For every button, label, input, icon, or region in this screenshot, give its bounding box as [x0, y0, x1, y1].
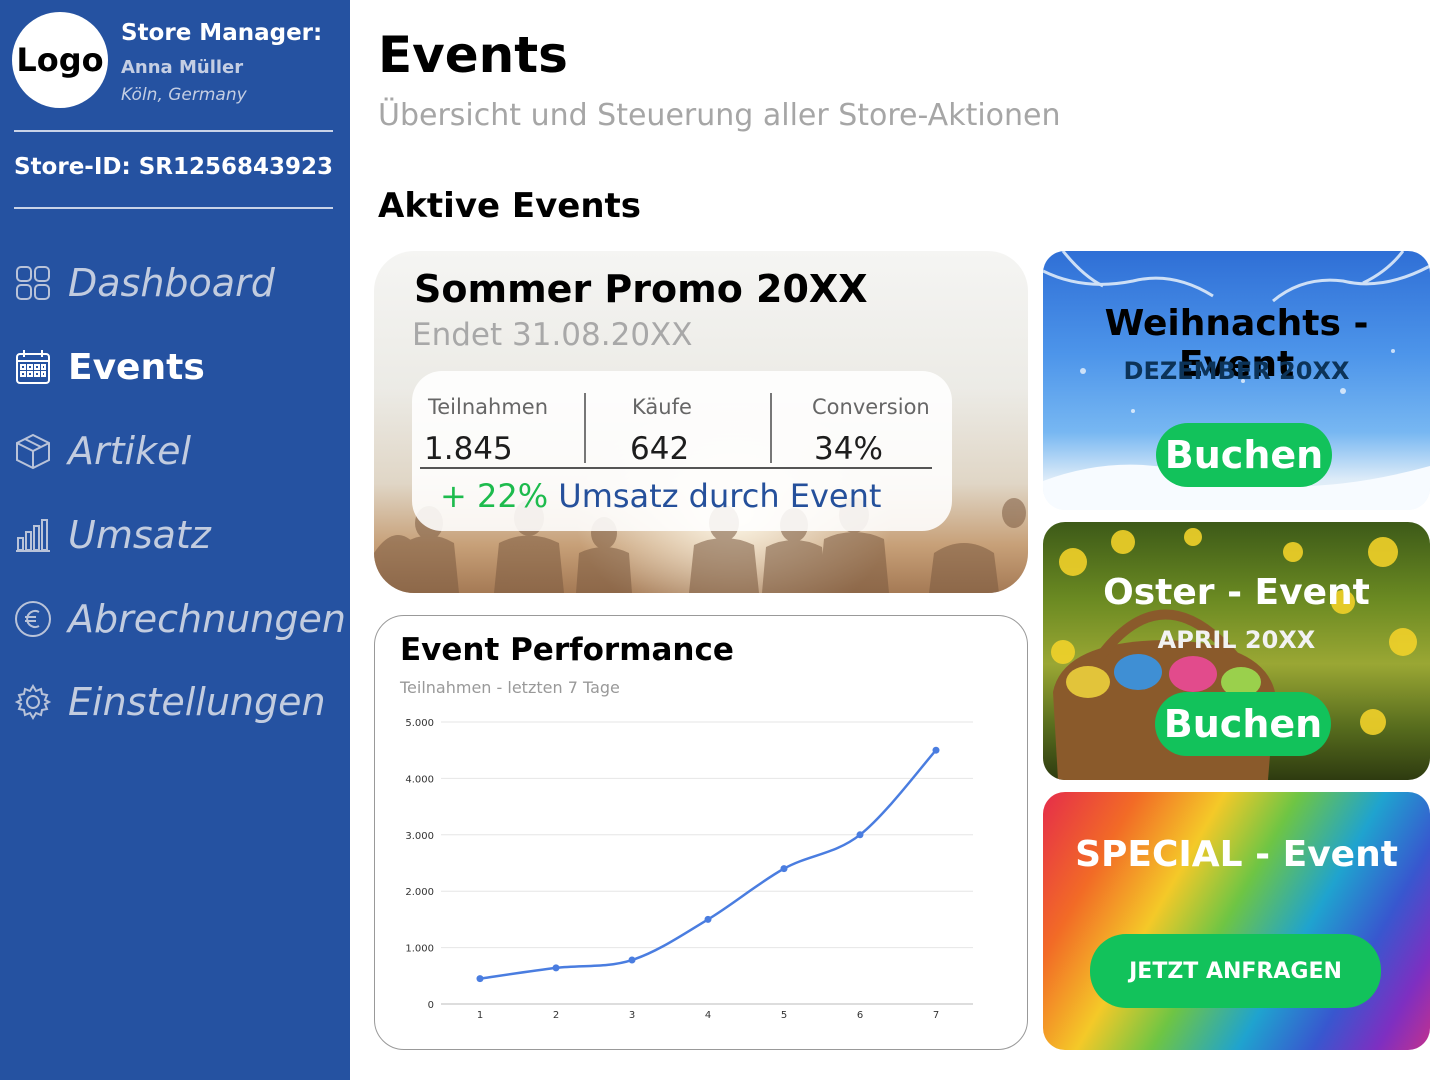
- divider: [14, 130, 333, 132]
- data-point: [780, 865, 788, 873]
- stat-underline: [420, 467, 932, 469]
- x-tick-label: 1: [477, 1010, 483, 1021]
- stat-divider: [584, 393, 586, 463]
- box-icon: [14, 432, 52, 470]
- summer-promo-end-date: Endet 31.08.20XX: [412, 317, 693, 353]
- data-point: [552, 964, 560, 972]
- section-title: Aktive Events: [378, 186, 642, 226]
- manager-name: Anna Müller: [121, 57, 244, 78]
- x-tick-label: 5: [781, 1010, 787, 1021]
- bar-chart-icon: [14, 516, 52, 554]
- gear-icon: [14, 683, 52, 721]
- event-tile-weihnachten[interactable]: Weihnachts - Event DEZEMBER 20XX Buchen: [1043, 251, 1430, 510]
- store-id: Store-ID: SR1256843923: [14, 154, 334, 180]
- y-tick-label: 1.000: [405, 944, 434, 955]
- sidebar-item-label: Dashboard: [68, 261, 275, 305]
- page-title: Events: [378, 26, 568, 84]
- data-point: [932, 746, 940, 754]
- sidebar-item-label: Events: [68, 346, 205, 388]
- stat-label-teilnahmen: Teilnahmen: [428, 395, 549, 419]
- x-tick-label: 3: [629, 1010, 635, 1021]
- event-date: DEZEMBER 20XX: [1123, 357, 1350, 385]
- y-tick-label: 4.000: [405, 774, 434, 785]
- event-title: SPECIAL - Event: [1075, 834, 1398, 875]
- performance-chart-card: Event Performance Teilnahmen - letzten 7…: [374, 615, 1028, 1050]
- sidebar-item-events[interactable]: Events: [14, 342, 205, 392]
- manager-location: Köln, Germany: [121, 85, 247, 105]
- sidebar-item-dashboard[interactable]: Dashboard: [14, 258, 275, 308]
- y-tick-label: 3.000: [405, 831, 434, 842]
- x-tick-label: 7: [933, 1010, 939, 1021]
- event-title: Oster - Event: [1103, 572, 1370, 613]
- line-chart: 0 1.000 2.000 3.000 4.000 5.000 1 2 3 4 5 6 7: [405, 718, 973, 1021]
- sidebar-item-einstellungen[interactable]: Einstellungen: [14, 677, 326, 727]
- stats-panel: Teilnahmen 1.845 Käufe 642 Conversion 34…: [412, 371, 952, 531]
- stat-value-teilnahmen: 1.845: [424, 431, 513, 467]
- book-button[interactable]: Buchen: [1155, 692, 1331, 756]
- manager-title: Store Manager:: [121, 20, 323, 46]
- sidebar-item-label: Artikel: [68, 429, 192, 473]
- data-point: [628, 956, 636, 964]
- stat-label-kaeufe: Käufe: [632, 395, 692, 419]
- calendar-icon: [14, 348, 52, 386]
- page-subtitle: Übersicht und Steuerung aller Store-Akti…: [378, 98, 1061, 133]
- summer-promo-title: Sommer Promo 20XX: [414, 267, 868, 311]
- book-button[interactable]: Buchen: [1156, 423, 1332, 487]
- sidebar-item-abrechnungen[interactable]: Abrechnungen: [14, 594, 346, 644]
- x-tick-label: 6: [857, 1010, 863, 1021]
- stat-value-conversion: 34%: [814, 431, 883, 467]
- x-tick-label: 2: [553, 1010, 559, 1021]
- logo: Logo: [12, 12, 108, 108]
- divider: [14, 207, 333, 209]
- uplift-percent: + 22%: [440, 477, 549, 515]
- event-date: APRIL 20XX: [1157, 626, 1316, 654]
- x-tick-label: 4: [705, 1010, 711, 1021]
- data-point: [856, 831, 864, 839]
- sidebar-item-label: Einstellungen: [68, 680, 326, 724]
- sidebar-item-label: Abrechnungen: [68, 597, 346, 641]
- stat-divider: [770, 393, 772, 463]
- event-tile-special[interactable]: SPECIAL - Event JETZT ANFRAGEN: [1043, 792, 1430, 1050]
- uplift-text: + 22% Umsatz durch Event: [440, 477, 881, 515]
- y-tick-label: 2.000: [405, 887, 434, 898]
- sidebar-item-label: Umsatz: [68, 513, 211, 557]
- y-tick-label: 5.000: [405, 718, 434, 729]
- euro-icon: [14, 600, 52, 638]
- series-line: [479, 749, 937, 980]
- sidebar-item-umsatz[interactable]: Umsatz: [14, 510, 211, 560]
- event-tile-ostern[interactable]: Oster - Event APRIL 20XX Buchen: [1043, 522, 1430, 780]
- sidebar: Logo Store Manager: Anna Müller Köln, Ge…: [0, 0, 350, 1080]
- data-point: [476, 975, 484, 983]
- data-point: [704, 915, 712, 923]
- grid-icon: [14, 264, 52, 302]
- summer-promo-card[interactable]: Sommer Promo 20XX Endet 31.08.20XX Teiln…: [374, 251, 1028, 593]
- sidebar-item-artikel[interactable]: Artikel: [14, 426, 191, 476]
- y-tick-label: 0: [428, 1000, 434, 1011]
- inquire-button[interactable]: JETZT ANFRAGEN: [1090, 934, 1381, 1008]
- stat-label-conversion: Conversion: [812, 395, 930, 419]
- stat-value-kaeufe: 642: [630, 431, 690, 467]
- uplift-label: Umsatz durch Event: [558, 477, 882, 515]
